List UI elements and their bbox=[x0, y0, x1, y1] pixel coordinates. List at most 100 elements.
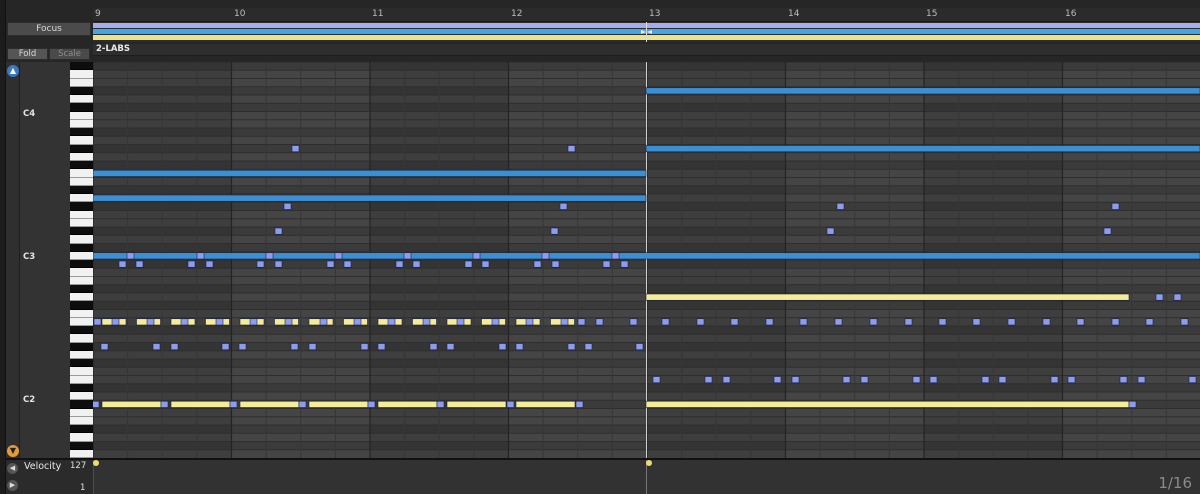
piano-key-white[interactable] bbox=[70, 210, 93, 219]
piano-key-black[interactable] bbox=[70, 62, 93, 71]
midi-note[interactable] bbox=[118, 260, 127, 268]
piano-key-white[interactable] bbox=[70, 136, 93, 145]
midi-note[interactable] bbox=[498, 343, 507, 351]
midi-note[interactable] bbox=[1155, 293, 1164, 301]
midi-note[interactable] bbox=[550, 227, 559, 235]
midi-note[interactable] bbox=[722, 376, 731, 384]
midi-note[interactable] bbox=[422, 318, 431, 326]
midi-note[interactable] bbox=[1137, 376, 1146, 384]
velocity-lane[interactable] bbox=[92, 460, 1200, 494]
piano-key-black[interactable] bbox=[70, 425, 93, 434]
piano-key-white[interactable] bbox=[70, 416, 93, 425]
piano-keyboard[interactable] bbox=[70, 62, 93, 458]
midi-note[interactable] bbox=[1128, 400, 1137, 408]
midi-note[interactable] bbox=[93, 169, 647, 177]
midi-note[interactable] bbox=[645, 87, 1200, 95]
midi-note[interactable] bbox=[836, 202, 845, 210]
midi-note[interactable] bbox=[196, 252, 205, 260]
piano-key-black[interactable] bbox=[70, 383, 93, 392]
scale-button[interactable]: Scale bbox=[49, 48, 90, 60]
piano-key-white[interactable] bbox=[70, 309, 93, 318]
midi-note[interactable] bbox=[938, 318, 947, 326]
midi-note[interactable] bbox=[93, 252, 1200, 260]
midi-note[interactable] bbox=[205, 260, 214, 268]
midi-note[interactable] bbox=[456, 318, 465, 326]
fold-button[interactable]: Fold bbox=[7, 48, 48, 60]
midi-note[interactable] bbox=[826, 227, 835, 235]
scroll-down-icon[interactable]: ▼ bbox=[7, 445, 19, 457]
piano-key-white[interactable] bbox=[70, 408, 93, 417]
midi-note[interactable] bbox=[290, 343, 299, 351]
midi-note[interactable] bbox=[180, 318, 189, 326]
midi-note[interactable] bbox=[353, 318, 362, 326]
midi-note[interactable] bbox=[1050, 376, 1059, 384]
midi-note[interactable] bbox=[1111, 202, 1120, 210]
midi-note[interactable] bbox=[283, 202, 292, 210]
midi-note[interactable] bbox=[696, 318, 705, 326]
midi-note[interactable] bbox=[334, 252, 343, 260]
midi-note[interactable] bbox=[1119, 376, 1128, 384]
grid-quantization[interactable]: 1/16 bbox=[1158, 474, 1192, 492]
midi-note[interactable] bbox=[515, 343, 524, 351]
midi-note[interactable] bbox=[377, 400, 438, 408]
midi-note[interactable] bbox=[645, 293, 1130, 301]
midi-note[interactable] bbox=[319, 318, 328, 326]
piano-key-white[interactable] bbox=[70, 218, 93, 227]
piano-key-white[interactable] bbox=[70, 350, 93, 359]
midi-note[interactable] bbox=[1173, 293, 1182, 301]
piano-key-black[interactable] bbox=[70, 161, 93, 170]
midi-note[interactable] bbox=[256, 260, 265, 268]
midi-note[interactable] bbox=[1007, 318, 1016, 326]
midi-note[interactable] bbox=[387, 318, 396, 326]
midi-note[interactable] bbox=[515, 400, 576, 408]
piano-key-white[interactable] bbox=[70, 119, 93, 128]
midi-note[interactable] bbox=[403, 252, 412, 260]
midi-note[interactable] bbox=[464, 260, 473, 268]
midi-note[interactable] bbox=[93, 194, 647, 202]
midi-note[interactable] bbox=[239, 400, 300, 408]
piano-key-white[interactable] bbox=[70, 367, 93, 376]
piano-key-black[interactable] bbox=[70, 260, 93, 269]
midi-note[interactable] bbox=[860, 376, 869, 384]
piano-key-white[interactable] bbox=[70, 268, 93, 277]
midi-note[interactable] bbox=[834, 318, 843, 326]
midi-note[interactable] bbox=[1076, 318, 1085, 326]
scroll-up-icon[interactable]: ▲ bbox=[7, 65, 19, 77]
midi-note[interactable] bbox=[491, 318, 500, 326]
midi-note[interactable] bbox=[187, 260, 196, 268]
midi-note[interactable] bbox=[100, 343, 109, 351]
piano-key-black[interactable] bbox=[70, 342, 93, 351]
piano-key-white[interactable] bbox=[70, 375, 93, 384]
midi-note[interactable] bbox=[395, 260, 404, 268]
velocity-marker[interactable] bbox=[93, 460, 99, 466]
piano-key-black[interactable] bbox=[70, 144, 93, 153]
midi-note[interactable] bbox=[791, 376, 800, 384]
midi-note[interactable] bbox=[1103, 227, 1112, 235]
midi-note[interactable] bbox=[584, 343, 593, 351]
midi-note[interactable] bbox=[1111, 318, 1120, 326]
piano-key-white[interactable] bbox=[70, 95, 93, 104]
midi-note[interactable] bbox=[101, 400, 162, 408]
piano-key-white[interactable] bbox=[70, 276, 93, 285]
midi-note[interactable] bbox=[652, 376, 661, 384]
midi-note[interactable] bbox=[602, 260, 611, 268]
midi-note[interactable] bbox=[446, 343, 455, 351]
midi-note[interactable] bbox=[525, 318, 534, 326]
midi-note[interactable] bbox=[1188, 376, 1197, 384]
midi-note[interactable] bbox=[412, 260, 421, 268]
midi-note[interactable] bbox=[765, 318, 774, 326]
midi-note[interactable] bbox=[170, 343, 179, 351]
midi-note[interactable] bbox=[912, 376, 921, 384]
piano-key-black[interactable] bbox=[70, 243, 93, 252]
piano-key-black[interactable] bbox=[70, 284, 93, 293]
piano-key-black[interactable] bbox=[70, 202, 93, 211]
midi-note[interactable] bbox=[274, 260, 283, 268]
midi-note[interactable] bbox=[904, 318, 913, 326]
midi-note[interactable] bbox=[436, 400, 445, 408]
midi-note[interactable] bbox=[146, 318, 155, 326]
piano-key-black[interactable] bbox=[70, 301, 93, 310]
midi-note[interactable] bbox=[291, 145, 300, 153]
piano-key-white[interactable] bbox=[70, 293, 93, 302]
midi-note[interactable] bbox=[93, 318, 102, 326]
midi-note[interactable] bbox=[972, 318, 981, 326]
